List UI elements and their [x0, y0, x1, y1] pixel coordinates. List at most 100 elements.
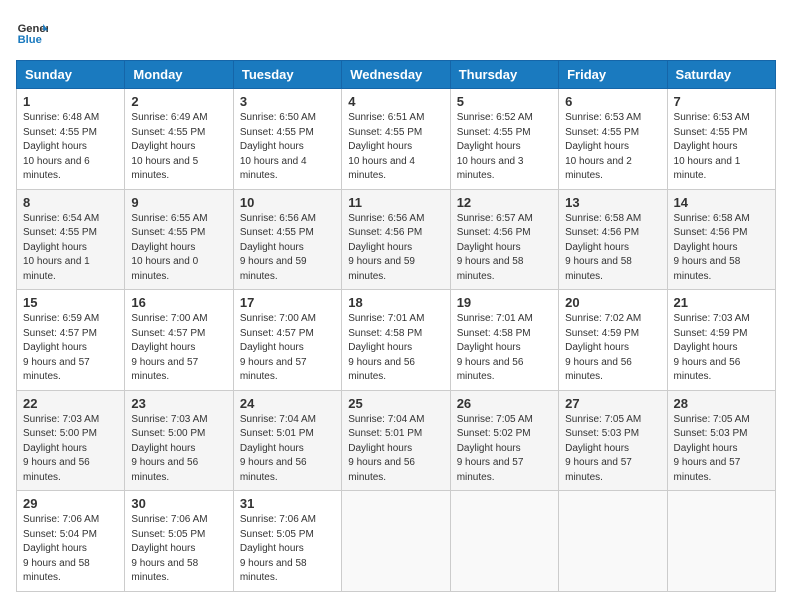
day-info: Sunrise: 6:48 AMSunset: 4:55 PMDaylight …: [23, 112, 99, 181]
day-number: 6: [565, 94, 660, 109]
weekday-header-wednesday: Wednesday: [342, 61, 450, 89]
calendar-cell: 3 Sunrise: 6:50 AMSunset: 4:55 PMDayligh…: [233, 89, 341, 190]
calendar-cell: 30 Sunrise: 7:06 AMSunset: 5:05 PMDaylig…: [125, 491, 233, 592]
day-number: 8: [23, 195, 118, 210]
weekday-header-monday: Monday: [125, 61, 233, 89]
day-number: 5: [457, 94, 552, 109]
day-number: 10: [240, 195, 335, 210]
week-row-3: 15 Sunrise: 6:59 AMSunset: 4:57 PMDaylig…: [17, 290, 776, 391]
day-number: 12: [457, 195, 552, 210]
calendar-cell: [667, 491, 775, 592]
calendar-cell: [342, 491, 450, 592]
calendar-cell: 2 Sunrise: 6:49 AMSunset: 4:55 PMDayligh…: [125, 89, 233, 190]
day-number: 9: [131, 195, 226, 210]
day-info: Sunrise: 6:49 AMSunset: 4:55 PMDaylight …: [131, 112, 207, 181]
day-info: Sunrise: 6:55 AMSunset: 4:55 PMDaylight …: [131, 213, 207, 282]
day-info: Sunrise: 7:03 AMSunset: 5:00 PMDaylight …: [131, 414, 207, 483]
day-info: Sunrise: 6:51 AMSunset: 4:55 PMDaylight …: [348, 112, 424, 181]
logo-icon: General Blue: [16, 16, 48, 48]
page-header: General Blue: [16, 16, 776, 48]
day-info: Sunrise: 7:03 AMSunset: 4:59 PMDaylight …: [674, 313, 750, 382]
calendar-cell: 4 Sunrise: 6:51 AMSunset: 4:55 PMDayligh…: [342, 89, 450, 190]
day-info: Sunrise: 6:59 AMSunset: 4:57 PMDaylight …: [23, 313, 99, 382]
day-info: Sunrise: 7:02 AMSunset: 4:59 PMDaylight …: [565, 313, 641, 382]
day-number: 18: [348, 295, 443, 310]
day-info: Sunrise: 6:56 AMSunset: 4:55 PMDaylight …: [240, 213, 316, 282]
calendar-cell: 23 Sunrise: 7:03 AMSunset: 5:00 PMDaylig…: [125, 390, 233, 491]
calendar-cell: 12 Sunrise: 6:57 AMSunset: 4:56 PMDaylig…: [450, 189, 558, 290]
day-info: Sunrise: 7:06 AMSunset: 5:05 PMDaylight …: [240, 514, 316, 583]
weekday-header-row: SundayMondayTuesdayWednesdayThursdayFrid…: [17, 61, 776, 89]
day-number: 1: [23, 94, 118, 109]
calendar-cell: 31 Sunrise: 7:06 AMSunset: 5:05 PMDaylig…: [233, 491, 341, 592]
day-number: 13: [565, 195, 660, 210]
day-number: 11: [348, 195, 443, 210]
day-number: 16: [131, 295, 226, 310]
calendar-cell: 22 Sunrise: 7:03 AMSunset: 5:00 PMDaylig…: [17, 390, 125, 491]
day-number: 20: [565, 295, 660, 310]
calendar-table: SundayMondayTuesdayWednesdayThursdayFrid…: [16, 60, 776, 592]
calendar-cell: 29 Sunrise: 7:06 AMSunset: 5:04 PMDaylig…: [17, 491, 125, 592]
day-info: Sunrise: 7:04 AMSunset: 5:01 PMDaylight …: [240, 414, 316, 483]
day-info: Sunrise: 6:58 AMSunset: 4:56 PMDaylight …: [565, 213, 641, 282]
svg-text:Blue: Blue: [18, 34, 42, 46]
weekday-header-saturday: Saturday: [667, 61, 775, 89]
calendar-cell: 11 Sunrise: 6:56 AMSunset: 4:56 PMDaylig…: [342, 189, 450, 290]
calendar-cell: 20 Sunrise: 7:02 AMSunset: 4:59 PMDaylig…: [559, 290, 667, 391]
day-number: 27: [565, 396, 660, 411]
calendar-cell: 15 Sunrise: 6:59 AMSunset: 4:57 PMDaylig…: [17, 290, 125, 391]
week-row-5: 29 Sunrise: 7:06 AMSunset: 5:04 PMDaylig…: [17, 491, 776, 592]
week-row-1: 1 Sunrise: 6:48 AMSunset: 4:55 PMDayligh…: [17, 89, 776, 190]
week-row-4: 22 Sunrise: 7:03 AMSunset: 5:00 PMDaylig…: [17, 390, 776, 491]
day-number: 26: [457, 396, 552, 411]
day-info: Sunrise: 6:57 AMSunset: 4:56 PMDaylight …: [457, 213, 533, 282]
day-info: Sunrise: 6:50 AMSunset: 4:55 PMDaylight …: [240, 112, 316, 181]
calendar-cell: 25 Sunrise: 7:04 AMSunset: 5:01 PMDaylig…: [342, 390, 450, 491]
calendar-cell: 19 Sunrise: 7:01 AMSunset: 4:58 PMDaylig…: [450, 290, 558, 391]
weekday-header-friday: Friday: [559, 61, 667, 89]
day-info: Sunrise: 7:04 AMSunset: 5:01 PMDaylight …: [348, 414, 424, 483]
calendar-cell: 9 Sunrise: 6:55 AMSunset: 4:55 PMDayligh…: [125, 189, 233, 290]
day-info: Sunrise: 6:52 AMSunset: 4:55 PMDaylight …: [457, 112, 533, 181]
day-info: Sunrise: 7:06 AMSunset: 5:05 PMDaylight …: [131, 514, 207, 583]
calendar-cell: 28 Sunrise: 7:05 AMSunset: 5:03 PMDaylig…: [667, 390, 775, 491]
calendar-cell: 7 Sunrise: 6:53 AMSunset: 4:55 PMDayligh…: [667, 89, 775, 190]
day-number: 3: [240, 94, 335, 109]
day-info: Sunrise: 6:58 AMSunset: 4:56 PMDaylight …: [674, 213, 750, 282]
calendar-body: 1 Sunrise: 6:48 AMSunset: 4:55 PMDayligh…: [17, 89, 776, 592]
calendar-cell: 14 Sunrise: 6:58 AMSunset: 4:56 PMDaylig…: [667, 189, 775, 290]
day-number: 17: [240, 295, 335, 310]
day-info: Sunrise: 6:53 AMSunset: 4:55 PMDaylight …: [565, 112, 641, 181]
day-info: Sunrise: 7:00 AMSunset: 4:57 PMDaylight …: [131, 313, 207, 382]
day-number: 2: [131, 94, 226, 109]
day-number: 30: [131, 496, 226, 511]
day-info: Sunrise: 6:54 AMSunset: 4:55 PMDaylight …: [23, 213, 99, 282]
calendar-cell: 26 Sunrise: 7:05 AMSunset: 5:02 PMDaylig…: [450, 390, 558, 491]
day-info: Sunrise: 7:01 AMSunset: 4:58 PMDaylight …: [457, 313, 533, 382]
day-number: 21: [674, 295, 769, 310]
day-number: 7: [674, 94, 769, 109]
calendar-cell: 17 Sunrise: 7:00 AMSunset: 4:57 PMDaylig…: [233, 290, 341, 391]
day-info: Sunrise: 6:56 AMSunset: 4:56 PMDaylight …: [348, 213, 424, 282]
calendar-cell: 18 Sunrise: 7:01 AMSunset: 4:58 PMDaylig…: [342, 290, 450, 391]
calendar-cell: 16 Sunrise: 7:00 AMSunset: 4:57 PMDaylig…: [125, 290, 233, 391]
calendar-cell: 24 Sunrise: 7:04 AMSunset: 5:01 PMDaylig…: [233, 390, 341, 491]
day-info: Sunrise: 7:06 AMSunset: 5:04 PMDaylight …: [23, 514, 99, 583]
day-info: Sunrise: 7:03 AMSunset: 5:00 PMDaylight …: [23, 414, 99, 483]
calendar-cell: 13 Sunrise: 6:58 AMSunset: 4:56 PMDaylig…: [559, 189, 667, 290]
calendar-cell: 1 Sunrise: 6:48 AMSunset: 4:55 PMDayligh…: [17, 89, 125, 190]
weekday-header-thursday: Thursday: [450, 61, 558, 89]
day-info: Sunrise: 6:53 AMSunset: 4:55 PMDaylight …: [674, 112, 750, 181]
calendar-cell: [559, 491, 667, 592]
day-number: 22: [23, 396, 118, 411]
day-number: 4: [348, 94, 443, 109]
calendar-cell: 21 Sunrise: 7:03 AMSunset: 4:59 PMDaylig…: [667, 290, 775, 391]
weekday-header-sunday: Sunday: [17, 61, 125, 89]
calendar-cell: 5 Sunrise: 6:52 AMSunset: 4:55 PMDayligh…: [450, 89, 558, 190]
logo: General Blue: [16, 16, 48, 48]
day-number: 31: [240, 496, 335, 511]
day-number: 25: [348, 396, 443, 411]
day-info: Sunrise: 7:05 AMSunset: 5:03 PMDaylight …: [565, 414, 641, 483]
calendar-cell: 6 Sunrise: 6:53 AMSunset: 4:55 PMDayligh…: [559, 89, 667, 190]
day-info: Sunrise: 7:05 AMSunset: 5:03 PMDaylight …: [674, 414, 750, 483]
